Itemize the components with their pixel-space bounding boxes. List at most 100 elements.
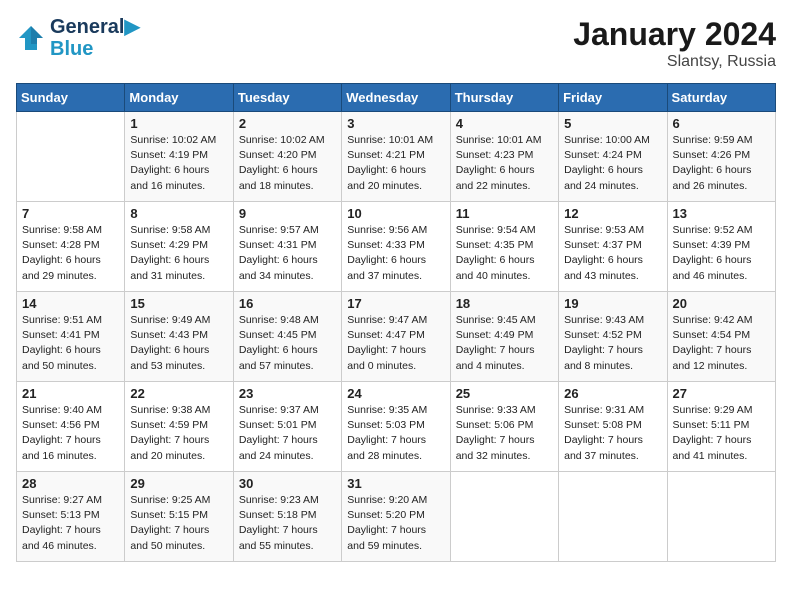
day-info: Sunrise: 9:38 AMSunset: 4:59 PMDaylight:… <box>130 403 227 464</box>
page-header: General▶ Blue January 2024 Slantsy, Russ… <box>16 16 776 71</box>
day-info: Sunrise: 9:54 AMSunset: 4:35 PMDaylight:… <box>456 223 553 284</box>
logo: General▶ Blue <box>16 16 140 60</box>
column-header-monday: Monday <box>125 84 233 112</box>
day-info: Sunrise: 9:48 AMSunset: 4:45 PMDaylight:… <box>239 313 336 374</box>
calendar-cell: 18Sunrise: 9:45 AMSunset: 4:49 PMDayligh… <box>450 292 558 382</box>
day-number: 2 <box>239 116 336 131</box>
calendar-cell: 19Sunrise: 9:43 AMSunset: 4:52 PMDayligh… <box>559 292 667 382</box>
calendar-cell: 16 Sunrise: 9:48 AMSunset: 4:45 PMDayligh… <box>233 292 341 382</box>
calendar-table: SundayMondayTuesdayWednesdayThursdayFrid… <box>16 83 776 562</box>
day-info: Sunrise: 10:01 AMSunset: 4:23 PMDaylight… <box>456 133 553 194</box>
day-info: Sunrise: 9:53 AMSunset: 4:37 PMDaylight:… <box>564 223 661 284</box>
calendar-cell: 12 Sunrise: 9:53 AMSunset: 4:37 PMDayligh… <box>559 202 667 292</box>
calendar-cell: 10 Sunrise: 9:56 AMSunset: 4:33 PMDayligh… <box>342 202 450 292</box>
day-number: 9 <box>239 206 336 221</box>
calendar-cell: 25 Sunrise: 9:33 AMSunset: 5:06 PMDayligh… <box>450 382 558 472</box>
calendar-cell: 13 Sunrise: 9:52 AMSunset: 4:39 PMDayligh… <box>667 202 775 292</box>
day-info: Sunrise: 9:56 AMSunset: 4:33 PMDaylight:… <box>347 223 444 284</box>
calendar-cell: 5Sunrise: 10:00 AMSunset: 4:24 PMDayligh… <box>559 112 667 202</box>
calendar-cell <box>17 112 125 202</box>
column-header-tuesday: Tuesday <box>233 84 341 112</box>
day-number: 11 <box>456 206 553 221</box>
day-number: 28 <box>22 476 119 491</box>
calendar-cell: 21 Sunrise: 9:40 AMSunset: 4:56 PMDayligh… <box>17 382 125 472</box>
day-info: Sunrise: 9:42 AMSunset: 4:54 PMDaylight:… <box>673 313 770 374</box>
day-number: 15 <box>130 296 227 311</box>
day-info: Sunrise: 9:58 AMSunset: 4:28 PMDaylight:… <box>22 223 119 284</box>
day-number: 10 <box>347 206 444 221</box>
month-title: January 2024 <box>573 16 776 53</box>
column-header-wednesday: Wednesday <box>342 84 450 112</box>
day-number: 27 <box>673 386 770 401</box>
day-info: Sunrise: 9:20 AMSunset: 5:20 PMDaylight:… <box>347 493 444 554</box>
calendar-cell: 4 Sunrise: 10:01 AMSunset: 4:23 PMDayligh… <box>450 112 558 202</box>
day-number: 13 <box>673 206 770 221</box>
day-number: 23 <box>239 386 336 401</box>
day-number: 18 <box>456 296 553 311</box>
day-info: Sunrise: 9:51 AMSunset: 4:41 PMDaylight:… <box>22 313 119 374</box>
day-number: 16 <box>239 296 336 311</box>
day-info: Sunrise: 9:31 AMSunset: 5:08 PMDaylight:… <box>564 403 661 464</box>
calendar-cell: 8Sunrise: 9:58 AMSunset: 4:29 PMDaylight… <box>125 202 233 292</box>
day-info: Sunrise: 9:40 AMSunset: 4:56 PMDaylight:… <box>22 403 119 464</box>
calendar-cell: 20 Sunrise: 9:42 AMSunset: 4:54 PMDayligh… <box>667 292 775 382</box>
day-info: Sunrise: 9:25 AMSunset: 5:15 PMDaylight:… <box>130 493 227 554</box>
calendar-cell: 2 Sunrise: 10:02 AMSunset: 4:20 PMDayligh… <box>233 112 341 202</box>
day-number: 14 <box>22 296 119 311</box>
day-number: 3 <box>347 116 444 131</box>
day-info: Sunrise: 9:33 AMSunset: 5:06 PMDaylight:… <box>456 403 553 464</box>
day-info: Sunrise: 10:02 AMSunset: 4:20 PMDaylight… <box>239 133 336 194</box>
column-header-sunday: Sunday <box>17 84 125 112</box>
day-number: 7 <box>22 206 119 221</box>
day-number: 17 <box>347 296 444 311</box>
calendar-cell: 22 Sunrise: 9:38 AMSunset: 4:59 PMDayligh… <box>125 382 233 472</box>
day-number: 5 <box>564 116 661 131</box>
day-info: Sunrise: 9:27 AMSunset: 5:13 PMDaylight:… <box>22 493 119 554</box>
title-block: January 2024 Slantsy, Russia <box>573 16 776 71</box>
day-number: 22 <box>130 386 227 401</box>
day-number: 21 <box>22 386 119 401</box>
day-info: Sunrise: 9:23 AMSunset: 5:18 PMDaylight:… <box>239 493 336 554</box>
day-info: Sunrise: 9:43 AMSunset: 4:52 PMDaylight:… <box>564 313 661 374</box>
day-number: 12 <box>564 206 661 221</box>
calendar-cell: 24 Sunrise: 9:35 AMSunset: 5:03 PMDayligh… <box>342 382 450 472</box>
day-info: Sunrise: 9:35 AMSunset: 5:03 PMDaylight:… <box>347 403 444 464</box>
day-number: 4 <box>456 116 553 131</box>
calendar-header-row: SundayMondayTuesdayWednesdayThursdayFrid… <box>17 84 776 112</box>
day-info: Sunrise: 9:52 AMSunset: 4:39 PMDaylight:… <box>673 223 770 284</box>
day-info: Sunrise: 9:49 AMSunset: 4:43 PMDaylight:… <box>130 313 227 374</box>
day-number: 24 <box>347 386 444 401</box>
calendar-cell: 30 Sunrise: 9:23 AMSunset: 5:18 PMDayligh… <box>233 472 341 562</box>
calendar-week-row: 14 Sunrise: 9:51 AMSunset: 4:41 PMDayligh… <box>17 292 776 382</box>
calendar-cell: 9 Sunrise: 9:57 AMSunset: 4:31 PMDaylight… <box>233 202 341 292</box>
calendar-cell: 26 Sunrise: 9:31 AMSunset: 5:08 PMDayligh… <box>559 382 667 472</box>
column-header-friday: Friday <box>559 84 667 112</box>
day-info: Sunrise: 9:37 AMSunset: 5:01 PMDaylight:… <box>239 403 336 464</box>
day-number: 6 <box>673 116 770 131</box>
location: Slantsy, Russia <box>573 53 776 71</box>
calendar-week-row: 1Sunrise: 10:02 AMSunset: 4:19 PMDayligh… <box>17 112 776 202</box>
day-number: 25 <box>456 386 553 401</box>
day-number: 26 <box>564 386 661 401</box>
day-info: Sunrise: 9:59 AMSunset: 4:26 PMDaylight:… <box>673 133 770 194</box>
calendar-cell: 15 Sunrise: 9:49 AMSunset: 4:43 PMDayligh… <box>125 292 233 382</box>
calendar-cell <box>450 472 558 562</box>
day-number: 30 <box>239 476 336 491</box>
logo-icon <box>16 23 46 53</box>
calendar-cell: 29 Sunrise: 9:25 AMSunset: 5:15 PMDayligh… <box>125 472 233 562</box>
day-number: 31 <box>347 476 444 491</box>
day-info: Sunrise: 9:29 AMSunset: 5:11 PMDaylight:… <box>673 403 770 464</box>
logo-text: General▶ Blue <box>50 16 140 60</box>
calendar-cell: 3 Sunrise: 10:01 AMSunset: 4:21 PMDayligh… <box>342 112 450 202</box>
day-info: Sunrise: 9:57 AMSunset: 4:31 PMDaylight:… <box>239 223 336 284</box>
calendar-cell: 27 Sunrise: 9:29 AMSunset: 5:11 PMDayligh… <box>667 382 775 472</box>
calendar-cell: 14 Sunrise: 9:51 AMSunset: 4:41 PMDayligh… <box>17 292 125 382</box>
calendar-cell: 28 Sunrise: 9:27 AMSunset: 5:13 PMDayligh… <box>17 472 125 562</box>
calendar-week-row: 7 Sunrise: 9:58 AMSunset: 4:28 PMDaylight… <box>17 202 776 292</box>
day-number: 1 <box>130 116 227 131</box>
day-number: 29 <box>130 476 227 491</box>
calendar-cell: 7 Sunrise: 9:58 AMSunset: 4:28 PMDaylight… <box>17 202 125 292</box>
day-number: 20 <box>673 296 770 311</box>
calendar-cell: 23 Sunrise: 9:37 AMSunset: 5:01 PMDayligh… <box>233 382 341 472</box>
day-info: Sunrise: 10:01 AMSunset: 4:21 PMDaylight… <box>347 133 444 194</box>
